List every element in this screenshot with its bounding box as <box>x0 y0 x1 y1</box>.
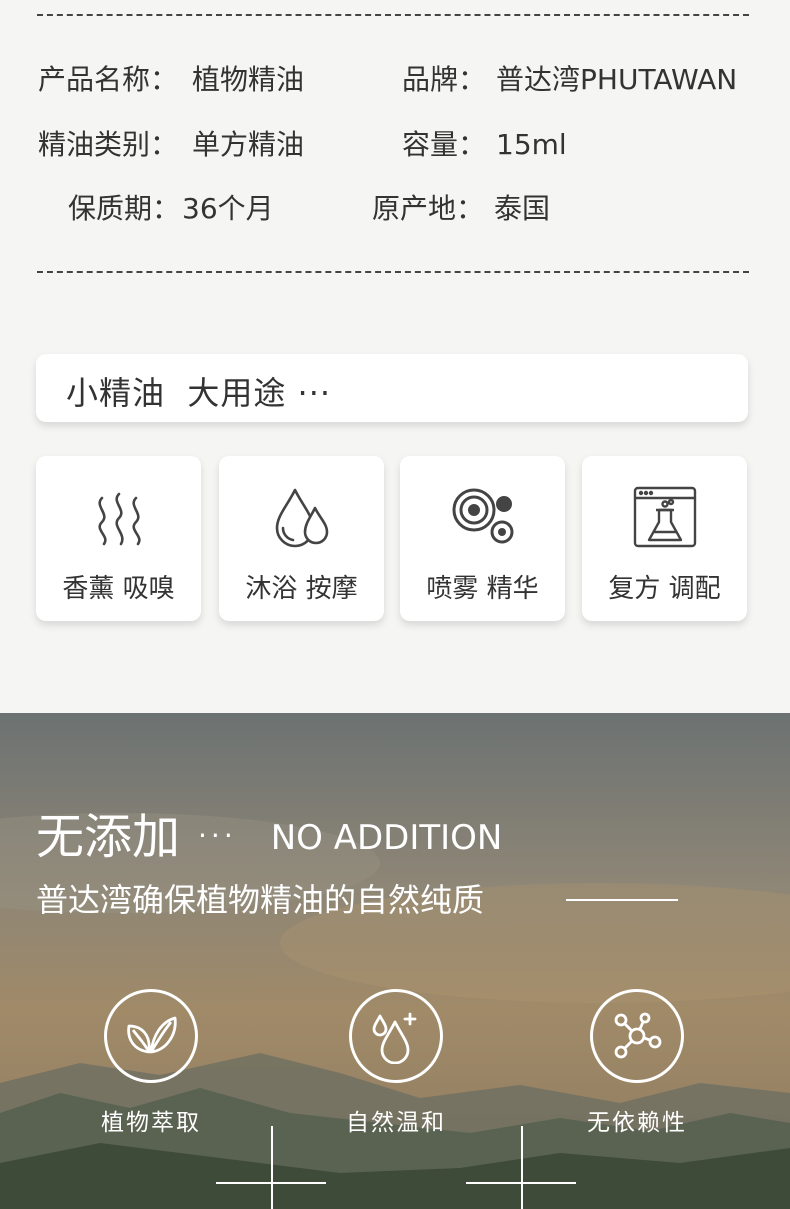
spec-origin: 原产地： 泰国 <box>372 187 550 227</box>
no-addition-title: 无添加 ··· NO ADDITION <box>36 797 502 867</box>
spec-key: 品牌： <box>402 63 487 96</box>
steam-icon <box>97 492 141 546</box>
bottom-divider <box>37 271 749 273</box>
spray-circles-icon <box>452 488 513 544</box>
feature-plant-extract: 植物萃取 <box>76 989 226 1137</box>
drop-plus-icon <box>372 1012 417 1064</box>
use-card-label: 喷雾 精华 <box>426 574 539 604</box>
spec-capacity: 容量： 15ml <box>402 123 567 163</box>
use-card-label: 沐浴 按摩 <box>245 574 358 604</box>
spec-value: 普达湾PHUTAWAN <box>496 63 738 96</box>
spec-key: 容量： <box>402 128 487 161</box>
molecule-icon <box>614 1012 662 1059</box>
feature-label: 植物萃取 <box>101 1110 201 1136</box>
spec-key: 精油类别： <box>38 128 179 161</box>
feature-natural-mild: 自然温和 <box>321 989 471 1137</box>
feature-circle <box>104 989 198 1083</box>
subtitle-rule <box>566 899 678 901</box>
use-card-blend[interactable]: 复方 调配 <box>582 456 747 621</box>
no-addition-section: 无添加 ··· NO ADDITION 普达湾确保植物精油的自然纯质 植物萃取 自然… <box>0 713 790 1209</box>
feature-label: 自然温和 <box>346 1110 446 1136</box>
spec-key: 保质期： <box>68 192 181 225</box>
spec-product-name: 产品名称： 植物精油 <box>38 58 304 98</box>
spec-key: 产品名称： <box>38 63 179 96</box>
no-addition-title-en: NO ADDITION <box>270 818 503 858</box>
use-card-spray[interactable]: 喷雾 精华 <box>400 456 565 621</box>
leaf-icon <box>127 1016 177 1054</box>
feature-label: 无依赖性 <box>587 1110 687 1136</box>
title-dots: ··· <box>198 819 237 852</box>
spec-value: 单方精油 <box>192 128 305 161</box>
spec-value: 泰国 <box>494 192 551 225</box>
water-drops-icon <box>275 488 328 548</box>
feature-circle <box>349 989 443 1083</box>
uses-banner: 小精油 大用途 ··· <box>36 354 748 422</box>
spec-key: 原产地： <box>372 192 485 225</box>
lab-flask-icon <box>633 486 696 548</box>
spec-value: 植物精油 <box>192 63 305 96</box>
use-card-label: 香薰 吸嗅 <box>62 574 175 604</box>
decor-horizontal-line <box>216 1182 326 1184</box>
no-addition-title-cn: 无添加 <box>36 809 181 865</box>
use-card-aroma[interactable]: 香薰 吸嗅 <box>36 456 201 621</box>
uses-banner-text: 小精油 大用途 ··· <box>66 374 332 412</box>
use-card-bath[interactable]: 沐浴 按摩 <box>219 456 384 621</box>
decor-vertical-line <box>271 1126 273 1209</box>
spec-shelf-life: 保质期：36个月 <box>68 187 274 227</box>
spec-brand: 品牌： 普达湾PHUTAWAN <box>402 58 737 98</box>
top-divider <box>37 14 749 16</box>
spec-value: 36个月 <box>182 192 274 225</box>
use-card-label: 复方 调配 <box>608 574 721 604</box>
no-addition-subtitle: 普达湾确保植物精油的自然纯质 <box>36 881 485 919</box>
spec-value: 15ml <box>496 128 567 161</box>
feature-circle <box>590 989 684 1083</box>
decor-horizontal-line <box>466 1182 576 1184</box>
decor-vertical-line <box>521 1126 523 1209</box>
spec-category: 精油类别： 单方精油 <box>38 123 304 163</box>
feature-non-dependency: 无依赖性 <box>562 989 712 1137</box>
